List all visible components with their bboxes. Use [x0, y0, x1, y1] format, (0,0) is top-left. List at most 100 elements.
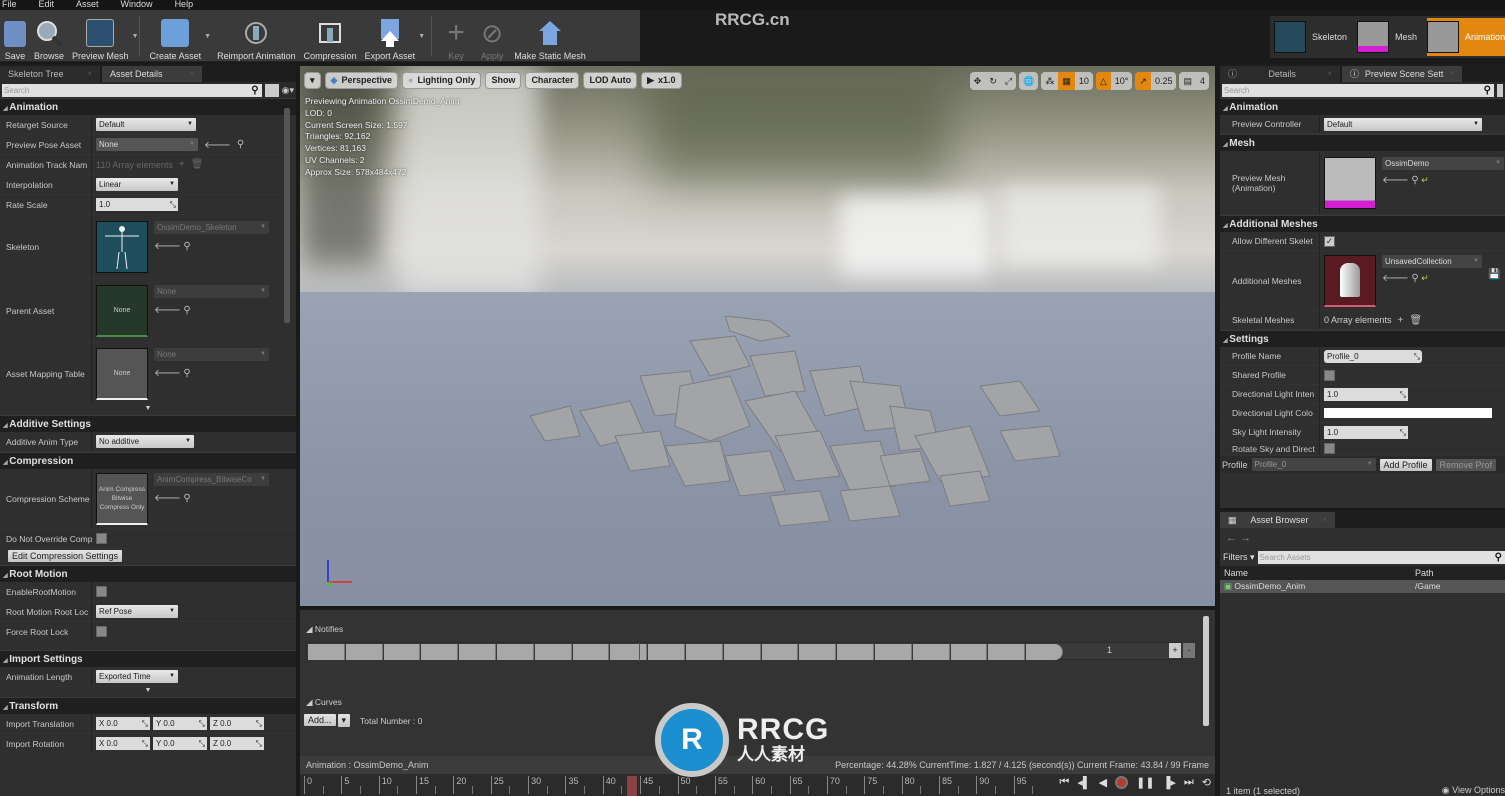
- notify-segment[interactable]: [875, 644, 912, 660]
- notify-segment[interactable]: [345, 644, 383, 660]
- category-animation[interactable]: Animation: [1220, 98, 1505, 115]
- add-icon[interactable]: +: [179, 159, 185, 170]
- export-asset-dropdown-icon[interactable]: ▼: [418, 33, 425, 40]
- close-icon[interactable]: ×: [189, 66, 194, 82]
- column-name[interactable]: Name: [1220, 566, 1415, 580]
- forward-arrow-icon[interactable]: →: [1240, 532, 1251, 544]
- add-profile-button[interactable]: Add Profile: [1379, 458, 1432, 471]
- menu-edit[interactable]: Edit: [37, 0, 57, 10]
- show-button[interactable]: Show: [485, 72, 522, 89]
- pause-icon[interactable]: ❚❚: [1136, 776, 1154, 789]
- rotation-z-input[interactable]: Z 0.0: [210, 737, 264, 750]
- camera-speed-value[interactable]: 4: [1196, 72, 1209, 90]
- tab-skeleton-tree[interactable]: Skeleton Tree ×: [0, 66, 100, 82]
- camera-speed-icon[interactable]: ▤: [1179, 72, 1196, 90]
- preview-controller-dropdown[interactable]: Default: [1324, 117, 1482, 131]
- browse-search-icon[interactable]: ⚲: [237, 139, 244, 150]
- step-back-icon[interactable]: ◂▌: [1077, 776, 1090, 789]
- do-not-override-checkbox[interactable]: [96, 533, 107, 544]
- notify-segment[interactable]: [383, 644, 421, 660]
- sky-light-intensity-input[interactable]: 1.0: [1324, 425, 1408, 439]
- preview-viewport[interactable]: ▾ ◆ Perspective ● Lighting Only Show Chara…: [300, 66, 1215, 606]
- use-selected-arrow-icon[interactable]: 🡐: [1382, 175, 1409, 186]
- menu-file[interactable]: File: [0, 0, 19, 10]
- asset-mapping-dropdown[interactable]: None: [154, 347, 269, 361]
- notify-segment[interactable]: [572, 644, 610, 660]
- mode-skeleton[interactable]: Skeleton: [1274, 18, 1353, 56]
- asset-mapping-thumbnail[interactable]: None: [96, 347, 148, 400]
- skeleton-dropdown[interactable]: OssimDemo_Skeleton: [154, 220, 269, 234]
- make-static-mesh-button[interactable]: Make Static Mesh: [510, 11, 590, 61]
- compression-thumbnail[interactable]: Anim Compress Bitwise Compress Only: [96, 472, 148, 525]
- notify-track[interactable]: 1: [306, 642, 1181, 661]
- close-icon[interactable]: ×: [1322, 512, 1327, 528]
- notify-segment[interactable]: [837, 644, 874, 660]
- use-selected-arrow-icon[interactable]: 🡐: [154, 241, 181, 252]
- use-selected-arrow-icon[interactable]: 🡐: [154, 368, 181, 379]
- key-button[interactable]: + Key: [438, 11, 474, 61]
- details-search-input[interactable]: Search ⚲: [2, 83, 262, 97]
- grid-snap-value[interactable]: 10: [1075, 72, 1093, 90]
- directional-light-color-swatch[interactable]: [1324, 408, 1492, 418]
- add-track-button[interactable]: +: [1169, 643, 1181, 658]
- rotation-y-input[interactable]: Y 0.0: [153, 737, 207, 750]
- playhead[interactable]: [627, 776, 638, 796]
- shared-profile-checkbox[interactable]: [1324, 369, 1335, 381]
- profile-name-input[interactable]: Profile_0: [1324, 349, 1422, 363]
- create-asset-dropdown-icon[interactable]: ▼: [204, 33, 211, 40]
- record-icon[interactable]: [1115, 776, 1129, 789]
- browse-search-icon[interactable]: ⚲: [183, 368, 190, 379]
- add-curve-dropdown[interactable]: ▾: [337, 713, 351, 727]
- add-icon[interactable]: +: [1398, 315, 1404, 326]
- animation-length-dropdown[interactable]: Exported Time: [96, 670, 178, 683]
- browse-search-icon[interactable]: ⚲: [1411, 273, 1418, 284]
- grid-snap-icon[interactable]: ▦: [1058, 72, 1075, 90]
- tab-asset-details[interactable]: Asset Details ×: [102, 66, 202, 82]
- asset-row[interactable]: ▣ OssimDemo_Anim /Game: [1220, 580, 1505, 593]
- menu-help[interactable]: Help: [173, 0, 196, 10]
- edit-compression-settings-button[interactable]: Edit Compression Settings: [8, 550, 123, 562]
- view-options-button[interactable]: ◉ View Options: [1442, 785, 1505, 796]
- notify-segment[interactable]: [799, 644, 837, 660]
- browse-search-icon[interactable]: ⚲: [183, 305, 190, 316]
- remove-profile-button[interactable]: Remove Prof: [1435, 458, 1497, 471]
- notify-segment[interactable]: [912, 644, 950, 660]
- profile-dropdown[interactable]: Profile_0: [1251, 458, 1376, 471]
- column-path[interactable]: Path: [1415, 566, 1434, 580]
- playback-speed-button[interactable]: ▶ x1.0: [641, 72, 682, 89]
- scale-snap-value[interactable]: 0.25: [1151, 72, 1177, 90]
- mode-mesh[interactable]: Mesh: [1357, 18, 1423, 56]
- category-import-settings[interactable]: Import Settings: [0, 650, 296, 667]
- menu-window[interactable]: Window: [119, 0, 155, 10]
- mode-animation[interactable]: Animation: [1427, 18, 1505, 56]
- category-transform[interactable]: Transform: [0, 697, 296, 714]
- timeline-ruler[interactable]: ⏮ ◂▌ ◀ ❚❚ ▐▸ ⏭ ⟲ 0 5 10 15 20 25 30 35 40 45 50 55 6…: [300, 774, 1215, 796]
- additional-meshes-dropdown[interactable]: UnsavedCollection: [1382, 254, 1482, 268]
- filters-button[interactable]: Filters ▾: [1223, 552, 1255, 563]
- reset-icon[interactable]: ↵: [1421, 175, 1429, 185]
- translation-x-input[interactable]: X 0.0: [96, 717, 150, 730]
- expand-advanced-icon[interactable]: ▼: [0, 687, 296, 697]
- additional-meshes-thumbnail[interactable]: [1324, 254, 1376, 307]
- viewport-options-button[interactable]: ▾: [304, 72, 321, 89]
- interpolation-dropdown[interactable]: Linear: [96, 178, 178, 191]
- trash-icon[interactable]: 🗑: [191, 159, 204, 170]
- browse-search-icon[interactable]: ⚲: [183, 493, 190, 504]
- scene-search-input[interactable]: Search ⚲: [1222, 83, 1494, 97]
- export-asset-button[interactable]: Export Asset ▼: [361, 11, 425, 61]
- retarget-source-dropdown[interactable]: Default: [96, 118, 196, 131]
- preview-mesh-dropdown[interactable]: OssimDemo: [1382, 156, 1504, 170]
- close-icon[interactable]: ×: [1449, 66, 1454, 82]
- scale-icon[interactable]: ⤢: [1001, 72, 1016, 90]
- tab-asset-browser[interactable]: ▦ Asset Browser ×: [1220, 512, 1335, 528]
- tab-preview-scene-settings[interactable]: ⓘ Preview Scene Sett ×: [1342, 66, 1462, 82]
- curves-header[interactable]: ◢ Curves: [306, 697, 342, 708]
- rate-scale-input[interactable]: 1.0: [96, 198, 178, 211]
- scale-snap-icon[interactable]: ↗: [1135, 72, 1151, 90]
- category-settings[interactable]: Settings: [1220, 330, 1505, 347]
- allow-different-skeletons-checkbox[interactable]: ✓: [1324, 235, 1335, 247]
- skeleton-thumbnail[interactable]: [96, 220, 148, 273]
- play-reverse-icon[interactable]: ◀: [1099, 776, 1107, 789]
- step-forward-icon[interactable]: ▐▸: [1163, 776, 1176, 789]
- use-selected-arrow-icon[interactable]: 🡐: [154, 493, 181, 504]
